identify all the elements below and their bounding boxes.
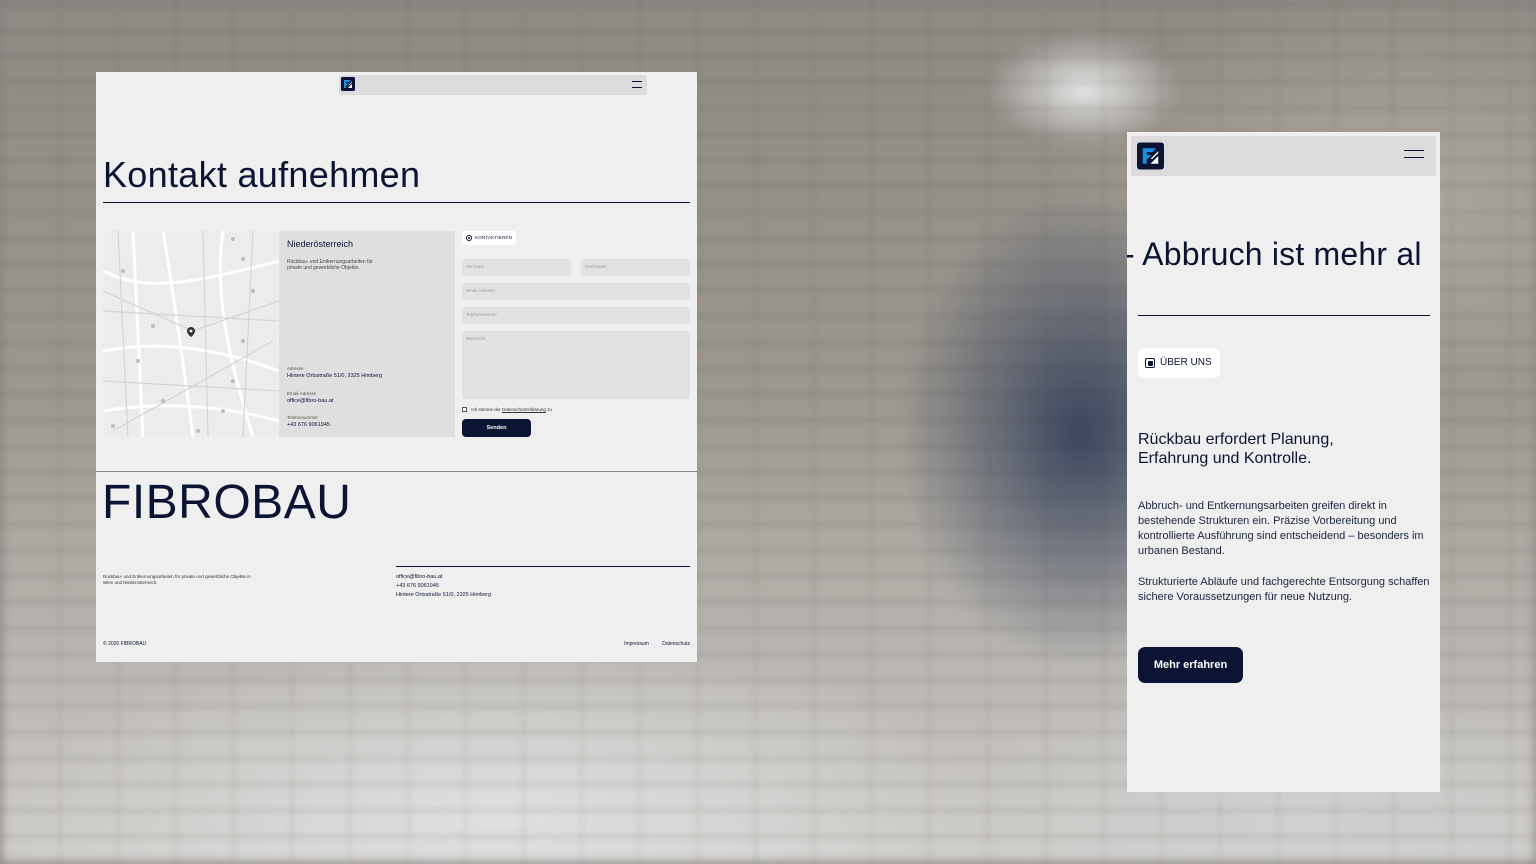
desktop-contact-screenshot: Kontakt aufnehmen Niederösterreich Rückb…	[96, 72, 697, 662]
location-map[interactable]	[103, 231, 279, 437]
footer-rule	[396, 566, 690, 567]
footer-description: Rückbau- und Entkernungsarbeiten für pri…	[103, 574, 251, 585]
hamburger-menu-icon[interactable]	[1404, 150, 1424, 158]
footer-phone-link[interactable]: +43 676 9061945	[396, 582, 491, 591]
divider	[1138, 315, 1430, 316]
footer-links: Impressum Datenschutz	[612, 641, 690, 647]
address-value: Hintere Ortsstraße 51/0, 2325 Himberg	[287, 373, 383, 379]
submit-button[interactable]: Senden	[462, 419, 531, 437]
message-textarea[interactable]: Nachricht	[462, 331, 690, 399]
footer-divider	[96, 471, 697, 472]
consent-row: Ich stimme der Datenschutzerklärung zu	[462, 407, 552, 413]
footer-address: Hintere Ortsstraße 51/0, 2325 Himberg	[396, 592, 492, 598]
consent-checkbox[interactable]	[462, 407, 467, 413]
phone-link[interactable]: +43 676 9061945	[287, 422, 330, 428]
divider	[103, 202, 690, 203]
desktop-navbar	[339, 75, 647, 95]
mobile-navbar	[1131, 136, 1436, 176]
region-name: Niederösterreich	[287, 239, 354, 249]
region-description: Rückbau- und Entkernungsarbeiten für pri…	[287, 259, 373, 271]
marquee-headline: - Abbruch ist mehr al	[1127, 236, 1422, 272]
privacy-policy-link[interactable]: Datenschutzerklärung	[502, 407, 546, 412]
email-label: Email-Adresse	[287, 391, 317, 396]
fibrobau-logo-icon[interactable]	[341, 77, 355, 91]
mobile-about-screenshot: - Abbruch ist mehr al ÜBER UNS Rückbau e…	[1127, 132, 1440, 792]
contact-badge-label: KONTAKTIEREN	[475, 235, 513, 240]
privacy-link[interactable]: Datenschutz	[662, 641, 690, 647]
consent-suffix: zu	[547, 407, 552, 412]
email-link[interactable]: office@fibro-bau.at	[287, 398, 333, 404]
phone-label: Telefonnummer	[287, 415, 319, 420]
address-label: Adresse	[287, 366, 304, 371]
about-badge: ÜBER UNS	[1138, 348, 1220, 378]
imprint-link[interactable]: Impressum	[624, 641, 649, 647]
footer-email-link[interactable]: office@fibro-bau.at	[396, 573, 491, 582]
footer-contact: office@fibro-bau.at +43 676 9061945 Hint…	[396, 573, 491, 600]
phone-field[interactable]: Telefonnummer	[462, 307, 690, 324]
footer-brand: FIBROBAU	[102, 476, 352, 529]
copyright: © 2026 FIBROBAU	[103, 641, 147, 647]
contact-form: KONTAKTIEREN Vorname Nachname Email Adre…	[462, 231, 690, 441]
hamburger-menu-icon[interactable]	[632, 81, 642, 88]
contact-badge: KONTAKTIEREN	[462, 231, 517, 245]
section-heading: Rückbau erfordert Planung, Erfahrung und…	[1138, 431, 1334, 467]
location-card: Niederösterreich Rückbau- und Entkernung…	[279, 231, 455, 437]
section-paragraph-1: Abbruch- und Entkernungsarbeiten greifen…	[1138, 500, 1424, 557]
firstname-field[interactable]: Vorname	[462, 259, 571, 276]
learn-more-button[interactable]: Mehr erfahren	[1138, 647, 1243, 683]
fibrobau-logo-icon[interactable]	[1137, 142, 1164, 170]
page-title: Kontakt aufnehmen	[103, 154, 421, 195]
about-badge-label: ÜBER UNS	[1160, 357, 1212, 368]
lastname-field[interactable]: Nachname	[581, 259, 690, 276]
square-bullet-icon	[1145, 358, 1155, 368]
radio-dot-icon	[466, 235, 472, 241]
map-pin-icon	[187, 327, 195, 337]
section-paragraph-2: Strukturierte Abläufe und fachgerechte E…	[1138, 576, 1430, 603]
consent-text: Ich stimme der	[471, 407, 501, 412]
email-field[interactable]: Email Adresse	[462, 283, 690, 300]
